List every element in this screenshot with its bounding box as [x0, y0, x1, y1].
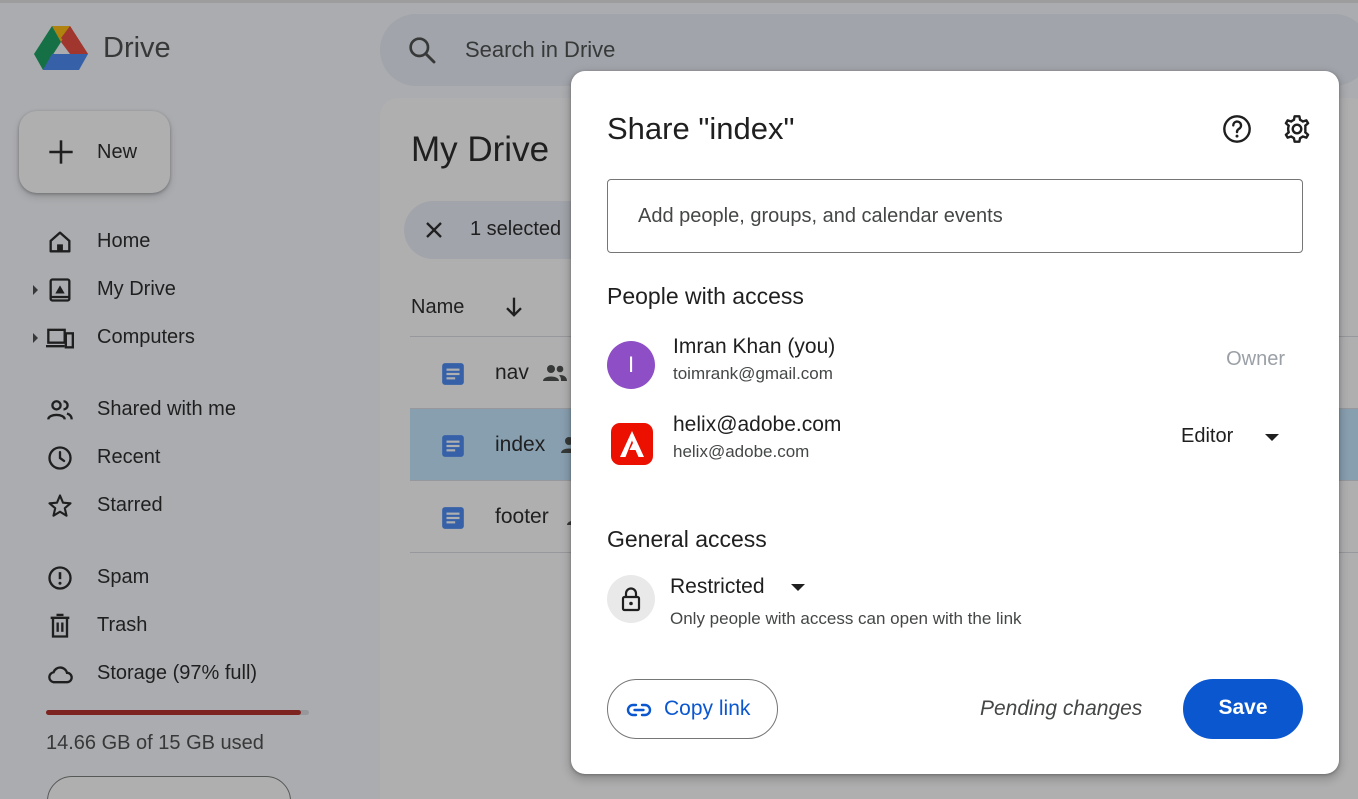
pending-changes-text: Pending changes: [980, 697, 1143, 720]
person-name: helix@adobe.com: [673, 413, 842, 436]
copy-link-button[interactable]: Copy link: [607, 679, 778, 739]
adobe-logo-icon: [611, 423, 653, 465]
person-email: toimrank@gmail.com: [673, 364, 833, 383]
person-email: helix@adobe.com: [673, 442, 810, 461]
chevron-down-icon: [1265, 434, 1279, 441]
general-access-heading: General access: [607, 526, 767, 552]
avatar: I: [607, 341, 655, 389]
person-row-editor: helix@adobe.com helix@adobe.com Editor: [607, 413, 1307, 473]
general-access-dropdown[interactable]: Restricted: [670, 573, 820, 605]
person-name: Imran Khan (you): [673, 335, 836, 358]
person-row-owner: I Imran Khan (you) toimrank@gmail.com Ow…: [607, 335, 1307, 395]
role-dropdown[interactable]: Editor: [1181, 417, 1293, 457]
copy-link-label: Copy link: [664, 697, 751, 720]
chevron-down-icon: [791, 584, 805, 591]
save-button-label: Save: [1218, 696, 1268, 719]
link-icon: [626, 703, 652, 717]
role-dropdown-label: Editor: [1181, 425, 1234, 447]
general-access-description: Only people with access can open with th…: [670, 609, 1022, 628]
lock-badge: [607, 575, 655, 623]
role-owner-label: Owner: [1226, 348, 1285, 370]
help-icon[interactable]: [1221, 113, 1253, 145]
lock-icon: [621, 587, 641, 612]
people-with-access-heading: People with access: [607, 283, 804, 309]
share-dialog: Share "index" People with access I Imran…: [571, 71, 1339, 774]
general-access-level: Restricted: [670, 575, 765, 598]
save-button[interactable]: Save: [1183, 679, 1303, 739]
dialog-title: Share "index": [607, 111, 795, 146]
add-people-input[interactable]: [607, 179, 1303, 253]
gear-icon[interactable]: [1281, 113, 1313, 145]
